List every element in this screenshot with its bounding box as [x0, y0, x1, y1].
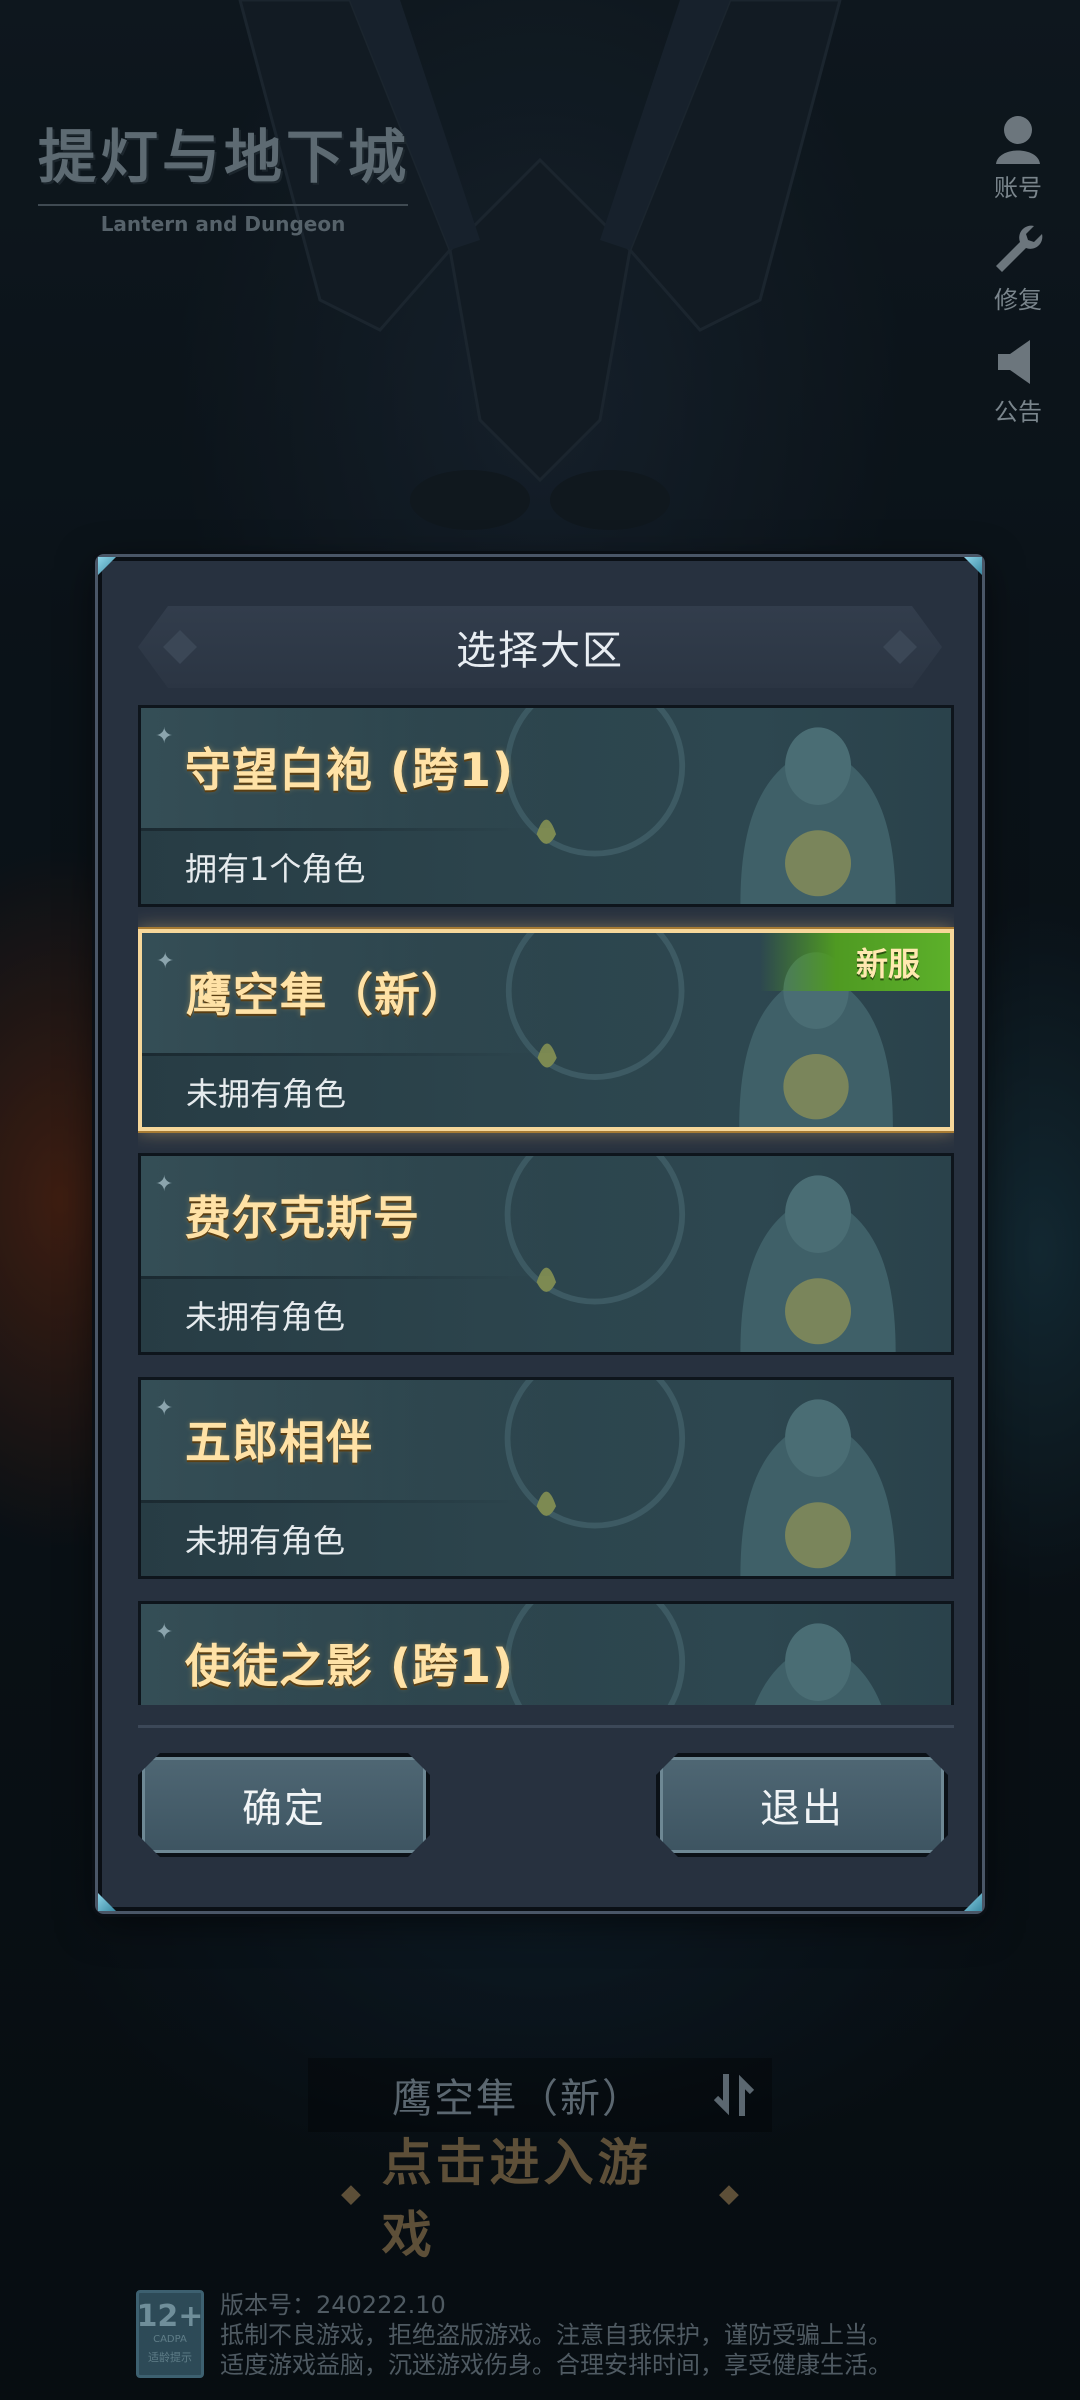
server-item[interactable]: ✦ 五郎相伴 未拥有角色 [138, 1377, 954, 1579]
server-list[interactable]: ✦ 守望白袍 (跨1) 拥有1个角色 ✦ 鹰空隼（新） 未拥有角色 新服 ✦ 费… [138, 705, 954, 1705]
list-divider [138, 1725, 954, 1728]
new-server-badge: 新服 [760, 933, 950, 991]
megaphone-icon [978, 334, 1058, 390]
current-server-selector[interactable]: 鹰空隼（新） [308, 2058, 772, 2132]
corner-ornament [98, 1893, 116, 1911]
diamond-icon [719, 2185, 739, 2205]
enter-game-button[interactable]: 点击进入游戏 [320, 2134, 760, 2264]
repair-button[interactable]: 修复 [978, 222, 1058, 315]
header-diamond-right [883, 630, 917, 664]
account-icon [978, 110, 1058, 166]
dialog-header: 选择大区 [138, 606, 942, 688]
server-name: 五郎相伴 [185, 1415, 373, 1469]
sparkle-icon: ✦ [155, 724, 174, 749]
game-logo: 提灯与地下城 Lantern and Dungeon [38, 110, 418, 236]
server-name: 使徒之影 (跨1) [185, 1639, 515, 1693]
card-separator [141, 828, 521, 831]
enter-game-label: 点击进入游戏 [381, 2134, 652, 2264]
card-separator [142, 1053, 522, 1056]
current-server-name: 鹰空隼（新） [392, 2076, 644, 2122]
server-item[interactable]: ✦ 使徒之影 (跨1) [138, 1601, 954, 1705]
server-status: 未拥有角色 [185, 1298, 346, 1336]
account-label: 账号 [994, 174, 1042, 202]
server-name: 费尔克斯号 [185, 1191, 420, 1245]
confirm-button[interactable]: 确定 [138, 1753, 430, 1857]
diamond-icon [341, 2185, 361, 2205]
card-separator [141, 1500, 521, 1503]
logo-subtitle: Lantern and Dungeon [38, 204, 408, 236]
corner-ornament [964, 1893, 982, 1911]
sparkle-icon: ✦ [155, 1172, 174, 1197]
sparkle-icon: ✦ [156, 949, 175, 974]
account-button[interactable]: 账号 [978, 110, 1058, 203]
announcement-button[interactable]: 公告 [978, 334, 1058, 427]
health-notice-line1: 抵制不良游戏，拒绝盗版游戏。注意自我保护，谨防受骗上当。 [220, 2321, 892, 2349]
dialog-title: 选择大区 [456, 628, 624, 674]
age-tip: 适龄提示 [148, 2351, 192, 2364]
server-status: 未拥有角色 [185, 1522, 346, 1560]
health-notice-line2: 适度游戏益脑，沉迷游戏伤身。合理安排时间，享受健康生活。 [220, 2351, 892, 2379]
exit-button[interactable]: 退出 [656, 1753, 948, 1857]
corner-ornament [98, 557, 116, 575]
server-select-dialog: 选择大区 ✦ 守望白袍 (跨1) 拥有1个角色 ✦ 鹰空隼（新） 未拥有角色 新… [98, 557, 982, 1911]
corner-ornament [964, 557, 982, 575]
server-name: 守望白袍 (跨1) [185, 743, 515, 797]
sparkle-icon: ✦ [155, 1396, 174, 1421]
age-rating-badge: 12+ CADPA 适龄提示 [136, 2290, 204, 2378]
server-status: 拥有1个角色 [185, 850, 366, 888]
server-item[interactable]: ✦ 费尔克斯号 未拥有角色 [138, 1153, 954, 1355]
footer-notice: 版本号：240222.10 抵制不良游戏，拒绝盗版游戏。注意自我保护，谨防受骗上… [220, 2290, 980, 2380]
sparkle-icon: ✦ [155, 1620, 174, 1645]
logo-title: 提灯与地下城 [38, 123, 411, 191]
announcement-label: 公告 [994, 398, 1042, 426]
header-diamond-left [163, 630, 197, 664]
swap-icon [713, 2074, 755, 2116]
server-item-selected[interactable]: ✦ 鹰空隼（新） 未拥有角色 新服 [138, 929, 954, 1131]
version-text: 版本号：240222.10 [220, 2291, 446, 2319]
server-status: 未拥有角色 [186, 1075, 347, 1113]
repair-label: 修复 [994, 286, 1042, 314]
server-item[interactable]: ✦ 守望白袍 (跨1) 拥有1个角色 [138, 705, 954, 907]
age-rating: 12+ [136, 2299, 204, 2334]
server-name: 鹰空隼（新） [186, 968, 468, 1022]
card-separator [141, 1276, 521, 1279]
wrench-icon [978, 222, 1058, 278]
age-org: CADPA [153, 2334, 187, 2345]
